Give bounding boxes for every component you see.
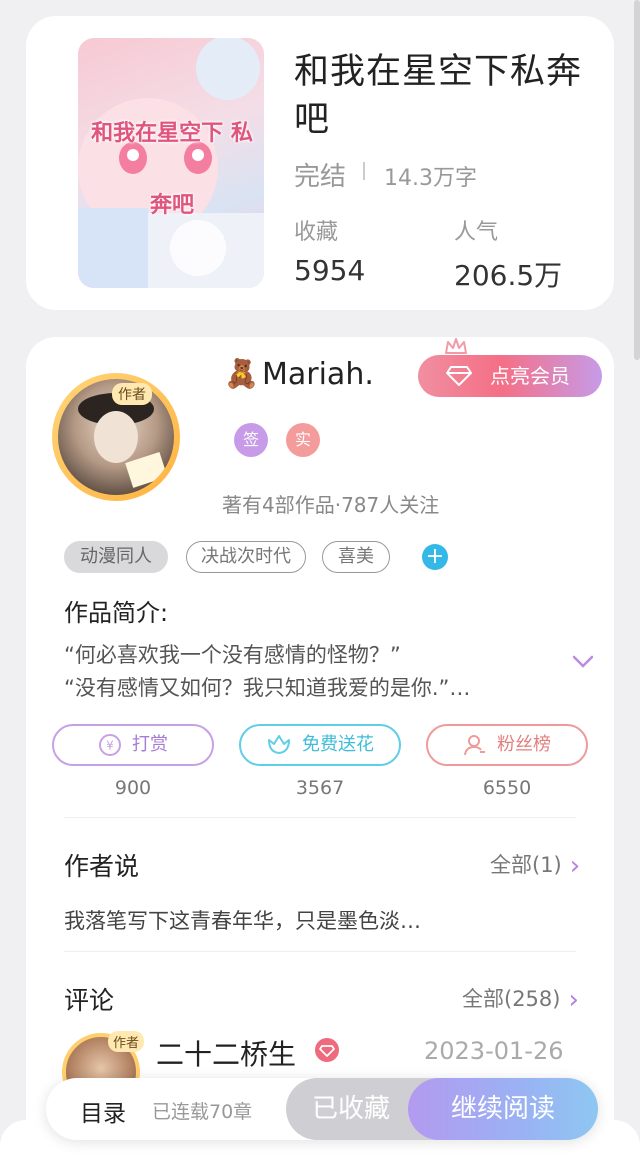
author-card: 作者 🧸 Mariah. 点亮会员 签 实 著有4部作品·787人关注 动漫同人… (26, 337, 614, 1174)
chevron-right-icon: › (569, 851, 581, 881)
tip-button[interactable]: ¥ 打赏 (52, 724, 214, 766)
send-flower-label: 免费送花 (302, 734, 374, 755)
vip-diamond-icon (315, 1038, 339, 1062)
fan-ranking-button[interactable]: 粉丝榜 (426, 724, 588, 766)
author-name[interactable]: Mariah. (262, 357, 374, 392)
tag-item[interactable]: 动漫同人 (64, 541, 168, 573)
teddy-bear-icon: 🧸 (224, 357, 259, 390)
verified-badge: 实 (286, 423, 320, 457)
add-tag-button[interactable]: + (422, 544, 448, 570)
comment-date: 2023-01-26 (424, 1037, 564, 1065)
book-cover-image[interactable]: 和我在星空下 私奔吧 (78, 38, 264, 288)
light-up-vip-button[interactable]: 点亮会员 (418, 355, 602, 397)
author-stats: 著有4部作品·787人关注 (222, 493, 440, 517)
flower-count: 3567 (295, 777, 345, 799)
crown-icon (445, 338, 467, 354)
table-of-contents-button[interactable]: 目录 (80, 1094, 126, 1128)
diamond-icon (446, 366, 472, 386)
coin-icon: ¥ (99, 734, 121, 756)
book-title: 和我在星空下私奔吧 (294, 52, 583, 140)
divider (64, 817, 576, 818)
intro-line-2: “没有感情又如何？我只知道我爱的是你.”… (64, 676, 471, 700)
chevron-right-icon: › (568, 985, 579, 1015)
scrollbar-thumb[interactable] (634, 0, 640, 360)
tag-item[interactable]: 喜美 (322, 541, 390, 573)
author-says-text[interactable]: 我落笔写下这青春年华，只是墨色淡… (64, 905, 421, 935)
intro-text[interactable]: “何必喜欢我一个没有感情的怪物？” “没有感情又如何？我只知道我爱的是你.”… (64, 639, 564, 705)
comments-more-label: 全部(258) (462, 987, 561, 1011)
book-info-card: 和我在星空下 私奔吧 和我在星空下私奔吧 完结 14.3万字 收藏 5954 人… (26, 16, 614, 310)
vip-button-label: 点亮会员 (490, 364, 570, 388)
tip-count: 900 (114, 777, 152, 799)
book-status: 完结 (294, 162, 347, 192)
fan-ranking-label: 粉丝榜 (497, 734, 551, 755)
intro-line-1: “何必喜欢我一个没有感情的怪物？” (64, 643, 401, 667)
cover-title-text: 和我在星空下 私奔吧 (91, 121, 253, 218)
book-word-count: 14.3万字 (384, 166, 477, 191)
intro-title: 作品简介: (64, 599, 169, 627)
user-icon (464, 735, 485, 756)
tag-item[interactable]: 决战次时代 (186, 541, 306, 573)
collect-label: 收藏 (294, 220, 339, 245)
expand-chevron-icon[interactable] (572, 655, 594, 669)
popularity-value: 206.5万 (454, 259, 563, 292)
author-avatar-badge: 作者 (112, 383, 152, 405)
continue-reading-button[interactable]: 继续阅读 (408, 1078, 598, 1140)
commenter-avatar-badge: 作者 (108, 1031, 145, 1052)
comments-title: 评论 (64, 986, 115, 1015)
svg-text:¥: ¥ (106, 739, 114, 753)
flower-icon (268, 735, 290, 754)
collect-value: 5954 (294, 254, 366, 287)
author-says-more-label: 全部(1) (490, 853, 562, 877)
send-flower-button[interactable]: 免费送花 (239, 724, 401, 766)
bottom-action-bar: 目录 已连载70章 已收藏 继续阅读 (46, 1078, 598, 1140)
tip-label: 打赏 (132, 734, 168, 755)
fan-count: 6550 (482, 777, 532, 799)
author-says-title: 作者说 (64, 852, 140, 881)
popularity-label: 人气 (454, 220, 499, 245)
signed-badge: 签 (234, 423, 268, 457)
comments-more-link[interactable]: 全部(258) › (462, 983, 579, 1015)
serialized-chapters: 已连载70章 (152, 1101, 253, 1123)
author-says-more-link[interactable]: 全部(1) › (490, 849, 580, 881)
status-divider (363, 162, 365, 180)
divider (64, 951, 576, 952)
commenter-name[interactable]: 二十二桥生 (156, 1033, 296, 1073)
